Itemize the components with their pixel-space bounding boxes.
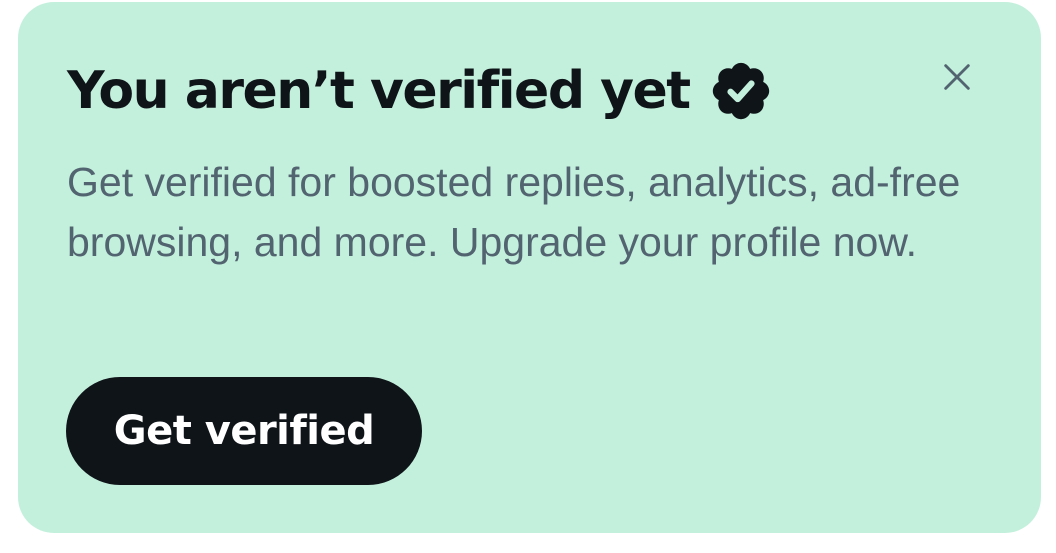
close-icon: [944, 64, 970, 90]
banner-title-row: You aren’t verified yet: [67, 56, 774, 126]
verified-badge-icon: [708, 58, 774, 124]
banner-title: You aren’t verified yet: [67, 61, 691, 121]
verification-banner: You aren’t verified yet Get verified for…: [18, 2, 1041, 533]
banner-description: Get verified for boosted replies, analyt…: [67, 159, 961, 265]
close-button[interactable]: [934, 54, 980, 100]
get-verified-button[interactable]: Get verified: [66, 377, 422, 485]
